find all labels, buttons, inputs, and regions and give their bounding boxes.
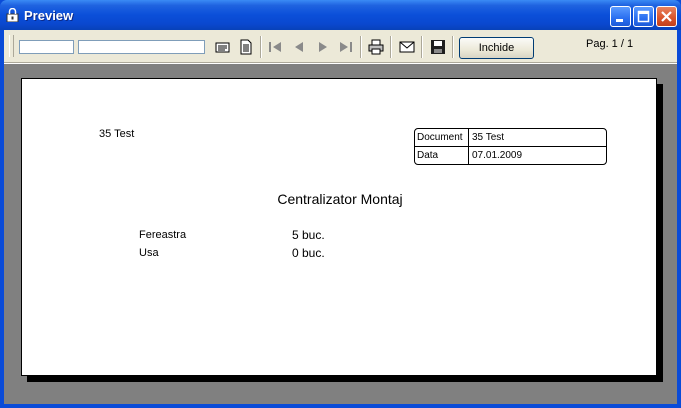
preview-area[interactable]: 35 Test Document 35 Test Data 07.01.2009… [4, 63, 677, 404]
info-value-document: 35 Test [472, 132, 505, 143]
previous-page-icon[interactable] [290, 38, 308, 56]
report-page: 35 Test Document 35 Test Data 07.01.2009… [21, 78, 657, 376]
info-table: Document 35 Test Data 07.01.2009 [414, 128, 607, 165]
row-item-qty: 5 buc. [292, 228, 325, 242]
page-indicator: Pag. 1 / 1 [586, 38, 634, 50]
toolbar-separator [421, 36, 423, 58]
info-table-divider [468, 129, 469, 164]
report-header-label: 35 Test [99, 128, 135, 140]
minimize-icon [616, 19, 623, 22]
report-title: Centralizator Montaj [277, 191, 403, 207]
toolbar-separator [260, 36, 262, 58]
toolbar: Inchide Pag. 1 / 1 [4, 30, 677, 63]
close-button[interactable] [656, 6, 677, 27]
printer-icon[interactable] [367, 38, 385, 56]
info-value-data: 07.01.2009 [472, 150, 523, 161]
save-icon[interactable] [429, 38, 447, 56]
info-label-data: Data [417, 150, 439, 161]
last-page-icon[interactable] [337, 38, 355, 56]
toolbar-separator [360, 36, 362, 58]
zoom-field[interactable] [19, 40, 74, 54]
close-icon [661, 11, 672, 22]
maximize-button[interactable] [633, 6, 654, 27]
page-field[interactable] [78, 40, 205, 54]
first-page-icon[interactable] [266, 38, 284, 56]
minimize-button[interactable] [610, 6, 631, 27]
row-item-qty: 0 buc. [292, 246, 325, 260]
maximize-icon [637, 10, 650, 23]
whole-page-icon[interactable] [237, 38, 255, 56]
toolbar-separator [452, 36, 454, 58]
title-bar[interactable]: Preview [0, 0, 681, 30]
email-icon[interactable] [398, 38, 416, 56]
window-title: Preview [24, 8, 74, 23]
info-table-divider [415, 146, 606, 147]
next-page-icon[interactable] [314, 38, 332, 56]
toolbar-separator [390, 36, 392, 58]
toolbar-grip[interactable] [9, 35, 14, 57]
row-item-name: Usa [139, 247, 159, 259]
inchide-button[interactable]: Inchide [459, 37, 534, 59]
page-width-icon[interactable] [214, 38, 232, 56]
preview-window: Preview Inchide Pag. 1 / 1 35 Test Docum… [0, 0, 681, 408]
lock-icon [6, 8, 19, 22]
info-label-document: Document [417, 132, 463, 143]
row-item-name: Fereastra [139, 229, 187, 241]
client-area: Inchide Pag. 1 / 1 35 Test Document 35 T… [4, 30, 677, 404]
